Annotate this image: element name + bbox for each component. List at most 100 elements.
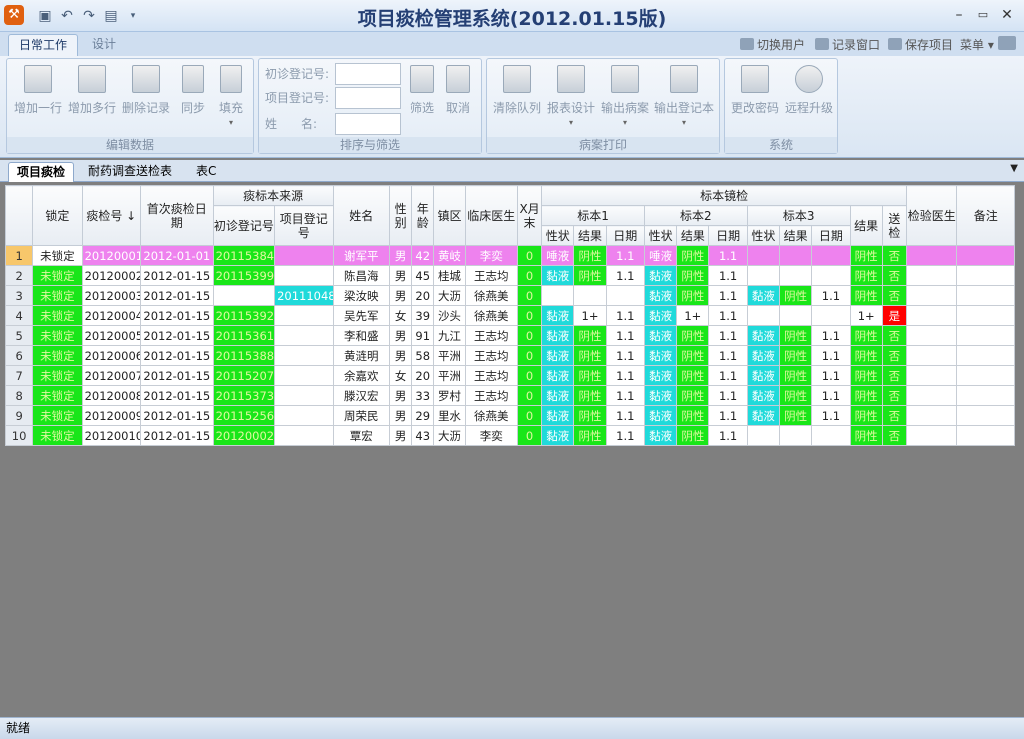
s1-date-cell[interactable]: 1.1: [605, 325, 645, 346]
row-number[interactable]: 6: [4, 345, 34, 366]
sputum-id-cell[interactable]: 20120003: [81, 285, 142, 306]
name-cell[interactable]: 梁汝映: [332, 285, 390, 306]
xray-cell[interactable]: 0: [516, 285, 543, 306]
note-cell[interactable]: [956, 305, 1015, 326]
table-row[interactable]: 1 未锁定 20120001 2012-01-01 20115384 谢军平男 42 黄岐 李奕…: [4, 245, 1015, 266]
s2-result-cell[interactable]: 阴性: [676, 365, 710, 386]
row-number[interactable]: 5: [4, 325, 34, 346]
send-cell[interactable]: 否: [881, 345, 908, 366]
name-input[interactable]: [335, 113, 401, 135]
s1-date-cell[interactable]: 1.1: [605, 405, 645, 426]
s3-trait-cell[interactable]: 黏液: [746, 325, 781, 346]
age-cell[interactable]: 45: [411, 265, 435, 286]
lab-doctor-cell[interactable]: [906, 345, 958, 366]
s3-result-cell[interactable]: 阴性: [778, 285, 813, 306]
note-cell[interactable]: [956, 245, 1015, 266]
save-project-link[interactable]: 保存项目: [888, 36, 953, 54]
note-cell[interactable]: [956, 345, 1015, 366]
doctor-cell[interactable]: 王志均: [464, 365, 518, 386]
name-cell[interactable]: 余嘉欢: [332, 365, 390, 386]
send-cell[interactable]: 否: [881, 405, 908, 426]
doctor-cell[interactable]: 王志均: [464, 345, 518, 366]
col-final-result[interactable]: 结果: [849, 205, 883, 246]
col-doctor[interactable]: 临床医生: [464, 185, 518, 246]
s3-trait-cell[interactable]: [746, 245, 781, 266]
sputum-id-cell[interactable]: 20120005: [81, 325, 142, 346]
xray-cell[interactable]: 0: [516, 345, 543, 366]
final-result-cell[interactable]: 阴性: [849, 425, 883, 446]
s3-date-cell[interactable]: 1.1: [811, 365, 851, 386]
s3-date-cell[interactable]: 1.1: [811, 405, 851, 426]
table-row[interactable]: 7 未锁定 20120007 2012-01-15 20115207 余嘉欢女 20 平洲 王志…: [4, 365, 1015, 386]
row-number[interactable]: 4: [4, 305, 34, 326]
sputum-id-cell[interactable]: 20120002: [81, 265, 142, 286]
col-s1-result[interactable]: 结果: [573, 225, 607, 246]
col-s1-trait[interactable]: 性状: [541, 225, 575, 246]
age-cell[interactable]: 91: [411, 325, 435, 346]
send-cell[interactable]: 否: [881, 425, 908, 446]
table-row[interactable]: 8 未锁定 20120008 2012-01-15 20115373 滕汉宏男 33 罗村 王志…: [4, 385, 1015, 406]
age-cell[interactable]: 20: [411, 365, 435, 386]
age-cell[interactable]: 58: [411, 345, 435, 366]
name-cell[interactable]: 滕汉宏: [332, 385, 390, 406]
first-date-cell[interactable]: 2012-01-15: [140, 325, 214, 346]
sex-cell[interactable]: 男: [388, 385, 413, 406]
delete-record-button[interactable]: 删除记录: [121, 63, 171, 131]
note-cell[interactable]: [956, 285, 1015, 306]
town-cell[interactable]: 大沥: [433, 425, 466, 446]
lab-doctor-cell[interactable]: [906, 365, 958, 386]
sync-button[interactable]: 同步: [175, 63, 211, 131]
xray-cell[interactable]: 0: [516, 325, 543, 346]
lab-doctor-cell[interactable]: [906, 385, 958, 406]
row-number[interactable]: 1: [4, 245, 34, 266]
col-s3-date[interactable]: 日期: [811, 225, 851, 246]
col-lock[interactable]: 锁定: [32, 185, 83, 246]
lock-cell[interactable]: 未锁定: [32, 305, 83, 326]
note-cell[interactable]: [956, 325, 1015, 346]
row-number[interactable]: 2: [4, 265, 34, 286]
fill-button[interactable]: 填充 ▾: [213, 63, 249, 131]
s1-trait-cell[interactable]: [541, 285, 575, 306]
col-s2-date[interactable]: 日期: [708, 225, 748, 246]
tab-list-dropdown-icon[interactable]: ▼: [1010, 163, 1018, 174]
s3-result-cell[interactable]: 阴性: [778, 325, 813, 346]
town-cell[interactable]: 黄岐: [433, 245, 466, 266]
s3-result-cell[interactable]: 阴性: [778, 385, 813, 406]
s2-trait-cell[interactable]: 黏液: [643, 405, 678, 426]
menu-link[interactable]: 菜单 ▾: [960, 36, 994, 54]
s3-result-cell[interactable]: [778, 265, 813, 286]
s3-date-cell[interactable]: [811, 425, 851, 446]
report-design-button[interactable]: 报表设计 ▾: [545, 63, 597, 131]
col-s2-trait[interactable]: 性状: [643, 225, 678, 246]
s2-result-cell[interactable]: 阴性: [676, 385, 710, 406]
col-init-reg[interactable]: 初诊登记号: [212, 205, 276, 246]
init-reg-cell[interactable]: 20115256: [212, 405, 276, 426]
town-cell[interactable]: 沙头: [433, 305, 466, 326]
name-cell[interactable]: 黄涟明: [332, 345, 390, 366]
s3-result-cell[interactable]: 阴性: [778, 345, 813, 366]
row-number[interactable]: 9: [4, 405, 34, 426]
proj-reg-cell[interactable]: [274, 305, 334, 326]
s1-date-cell[interactable]: 1.1: [605, 345, 645, 366]
final-result-cell[interactable]: 阴性: [849, 405, 883, 426]
doctor-cell[interactable]: 徐燕美: [464, 305, 518, 326]
s3-date-cell[interactable]: [811, 245, 851, 266]
s2-date-cell[interactable]: 1.1: [708, 425, 748, 446]
sputum-id-cell[interactable]: 20120008: [81, 385, 142, 406]
s1-trait-cell[interactable]: 黏液: [541, 265, 575, 286]
s2-trait-cell[interactable]: 黏液: [643, 345, 678, 366]
lock-cell[interactable]: 未锁定: [32, 325, 83, 346]
s1-result-cell[interactable]: 阴性: [573, 385, 607, 406]
s3-trait-cell[interactable]: 黏液: [746, 285, 781, 306]
init-reg-cell[interactable]: 20115207: [212, 365, 276, 386]
s3-date-cell[interactable]: [811, 265, 851, 286]
s3-trait-cell[interactable]: 黏液: [746, 385, 781, 406]
col-s1-date[interactable]: 日期: [605, 225, 645, 246]
s2-result-cell[interactable]: 阴性: [676, 345, 710, 366]
col-sex[interactable]: 性别: [388, 185, 413, 246]
xray-cell[interactable]: 0: [516, 425, 543, 446]
s3-trait-cell[interactable]: 黏液: [746, 345, 781, 366]
s2-result-cell[interactable]: 阴性: [676, 245, 710, 266]
final-result-cell[interactable]: 阴性: [849, 365, 883, 386]
sputum-id-cell[interactable]: 20120009: [81, 405, 142, 426]
